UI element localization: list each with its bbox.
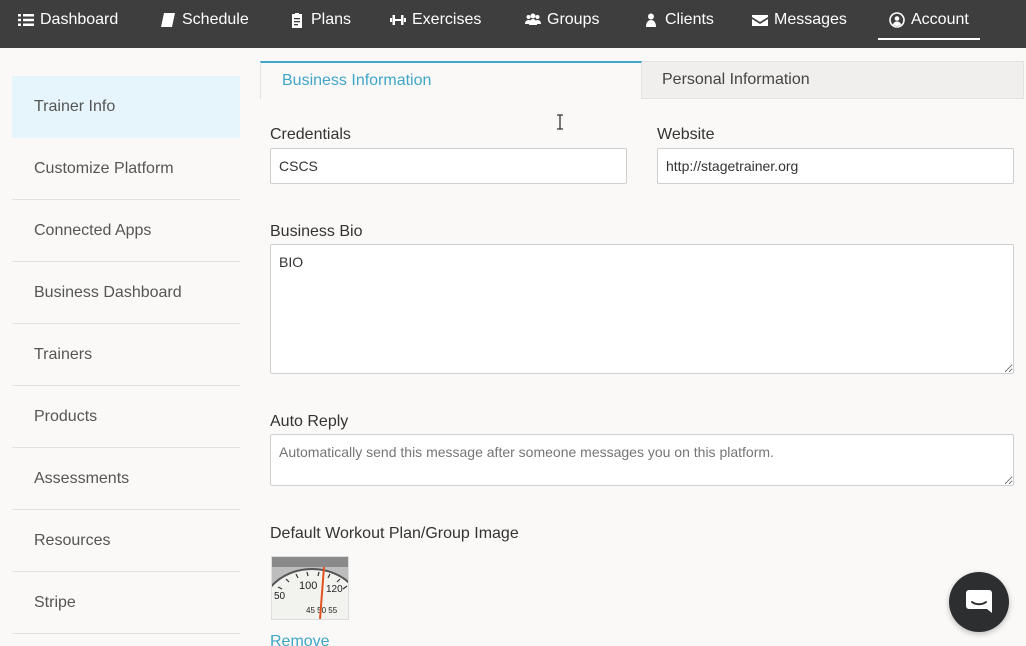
chat-icon <box>966 590 992 613</box>
sidebar-item-label: Trainers <box>34 345 93 363</box>
nav-exercises[interactable]: Exercises <box>389 0 481 40</box>
nav-label: Clients <box>665 11 714 28</box>
nav-schedule[interactable]: Schedule <box>159 0 249 40</box>
auto-reply-label: Auto Reply <box>270 413 349 430</box>
sidebar-item-label: Products <box>34 407 98 425</box>
website-label: Website <box>657 126 715 143</box>
sidebar-item-label: Connected Apps <box>34 221 152 239</box>
nav-dashboard[interactable]: Dashboard <box>17 0 118 40</box>
nav-groups[interactable]: Groups <box>524 0 599 40</box>
text-cursor-icon <box>555 114 565 135</box>
user-circle-icon <box>888 12 905 28</box>
user-icon <box>642 12 659 28</box>
users-icon <box>524 12 541 28</box>
sidebar-item-label: Resources <box>34 531 111 549</box>
sidebar-item-trainers[interactable]: Trainers <box>12 324 240 386</box>
sidebar-item-connected-apps[interactable]: Connected Apps <box>12 200 240 262</box>
book-icon <box>159 12 176 28</box>
sidebar-item-label: Stripe <box>34 593 76 611</box>
credentials-field[interactable] <box>270 148 627 184</box>
nav-label: Exercises <box>412 11 482 28</box>
info-tabs: Business Information Personal Informatio… <box>260 61 1024 99</box>
nav-active-indicator <box>878 38 980 40</box>
auto-reply-field[interactable] <box>270 434 1014 486</box>
clipboard-icon <box>288 12 305 28</box>
nav-label: Messages <box>774 11 847 28</box>
svg-text:50: 50 <box>274 591 286 602</box>
svg-text:100: 100 <box>299 580 317 592</box>
business-bio-label: Business Bio <box>270 223 363 240</box>
sidebar-item-customize-platform[interactable]: Customize Platform <box>12 138 240 200</box>
dumbbell-icon <box>389 12 406 28</box>
top-nav: Dashboard Schedule Plans Exercises Group… <box>0 0 1026 48</box>
sidebar-item-business-dashboard[interactable]: Business Dashboard <box>12 262 240 324</box>
tab-personal-information[interactable]: Personal Information <box>642 61 1024 99</box>
remove-image-link[interactable]: Remove <box>270 633 330 646</box>
credentials-label: Credentials <box>270 126 351 143</box>
envelope-icon <box>751 12 768 28</box>
svg-text:120: 120 <box>326 584 343 595</box>
sidebar-item-trainer-info[interactable]: Trainer Info <box>12 76 240 138</box>
sidebar-item-assessments[interactable]: Assessments <box>12 448 240 510</box>
business-bio-field[interactable]: BIO <box>270 244 1014 374</box>
sidebar-item-label: Assessments <box>34 469 130 487</box>
nav-label: Schedule <box>182 11 249 28</box>
nav-label: Account <box>911 11 969 28</box>
list-icon <box>17 12 34 28</box>
nav-plans[interactable]: Plans <box>288 0 351 40</box>
tab-business-information[interactable]: Business Information <box>260 61 642 99</box>
sidebar-item-label: Business Dashboard <box>34 283 182 301</box>
default-workout-image: 100 120 50 45 50 55 <box>271 556 349 620</box>
nav-messages[interactable]: Messages <box>751 0 847 40</box>
chat-launcher-button[interactable] <box>949 572 1009 632</box>
sidebar: Trainer Info Customize Platform Connecte… <box>12 76 240 634</box>
nav-label: Plans <box>311 11 352 28</box>
nav-clients[interactable]: Clients <box>642 0 714 40</box>
sidebar-item-products[interactable]: Products <box>12 386 240 448</box>
nav-label: Groups <box>547 11 600 28</box>
default-image-label: Default Workout Plan/Group Image <box>270 525 519 542</box>
sidebar-item-label: Trainer Info <box>34 98 116 115</box>
nav-account[interactable]: Account <box>888 0 969 40</box>
website-field[interactable] <box>657 148 1014 184</box>
sidebar-item-stripe[interactable]: Stripe <box>12 572 240 634</box>
sidebar-item-label: Customize Platform <box>34 159 174 177</box>
nav-label: Dashboard <box>40 11 119 28</box>
sidebar-item-resources[interactable]: Resources <box>12 510 240 572</box>
